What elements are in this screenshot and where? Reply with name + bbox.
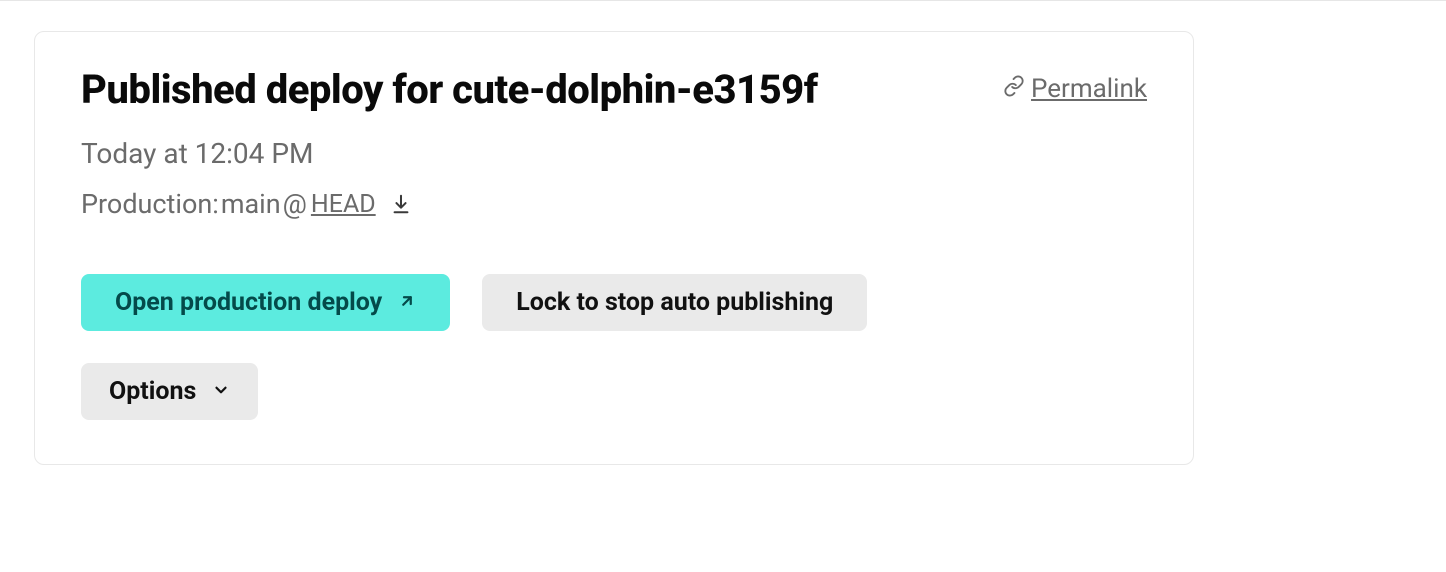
branch-name: main <box>221 188 281 220</box>
card-header: Published deploy for cute-dolphin-e3159f… <box>81 66 1147 113</box>
deploy-card: Published deploy for cute-dolphin-e3159f… <box>34 31 1194 465</box>
permalink-label: Permalink <box>1031 74 1147 104</box>
deploy-title: Published deploy for cute-dolphin-e3159f <box>81 66 818 113</box>
download-icon[interactable] <box>390 193 412 215</box>
open-production-deploy-button[interactable]: Open production deploy <box>81 274 450 331</box>
deploy-context: Production: main@HEAD <box>81 188 1147 220</box>
deploy-timestamp: Today at 12:04 PM <box>81 137 1147 170</box>
external-link-icon <box>398 288 416 317</box>
options-button[interactable]: Options <box>81 363 258 420</box>
open-deploy-label: Open production deploy <box>115 288 382 317</box>
context-label: Production: <box>81 188 219 220</box>
lock-auto-publishing-button[interactable]: Lock to stop auto publishing <box>482 274 867 331</box>
action-buttons: Open production deploy Lock to stop auto… <box>81 274 1147 331</box>
lock-label: Lock to stop auto publishing <box>516 288 833 317</box>
link-icon <box>1003 74 1025 104</box>
chevron-down-icon <box>212 377 230 406</box>
at-symbol: @ <box>283 188 307 220</box>
git-ref-link[interactable]: HEAD <box>311 190 376 219</box>
permalink-link[interactable]: Permalink <box>1003 74 1147 104</box>
options-label: Options <box>109 377 196 406</box>
